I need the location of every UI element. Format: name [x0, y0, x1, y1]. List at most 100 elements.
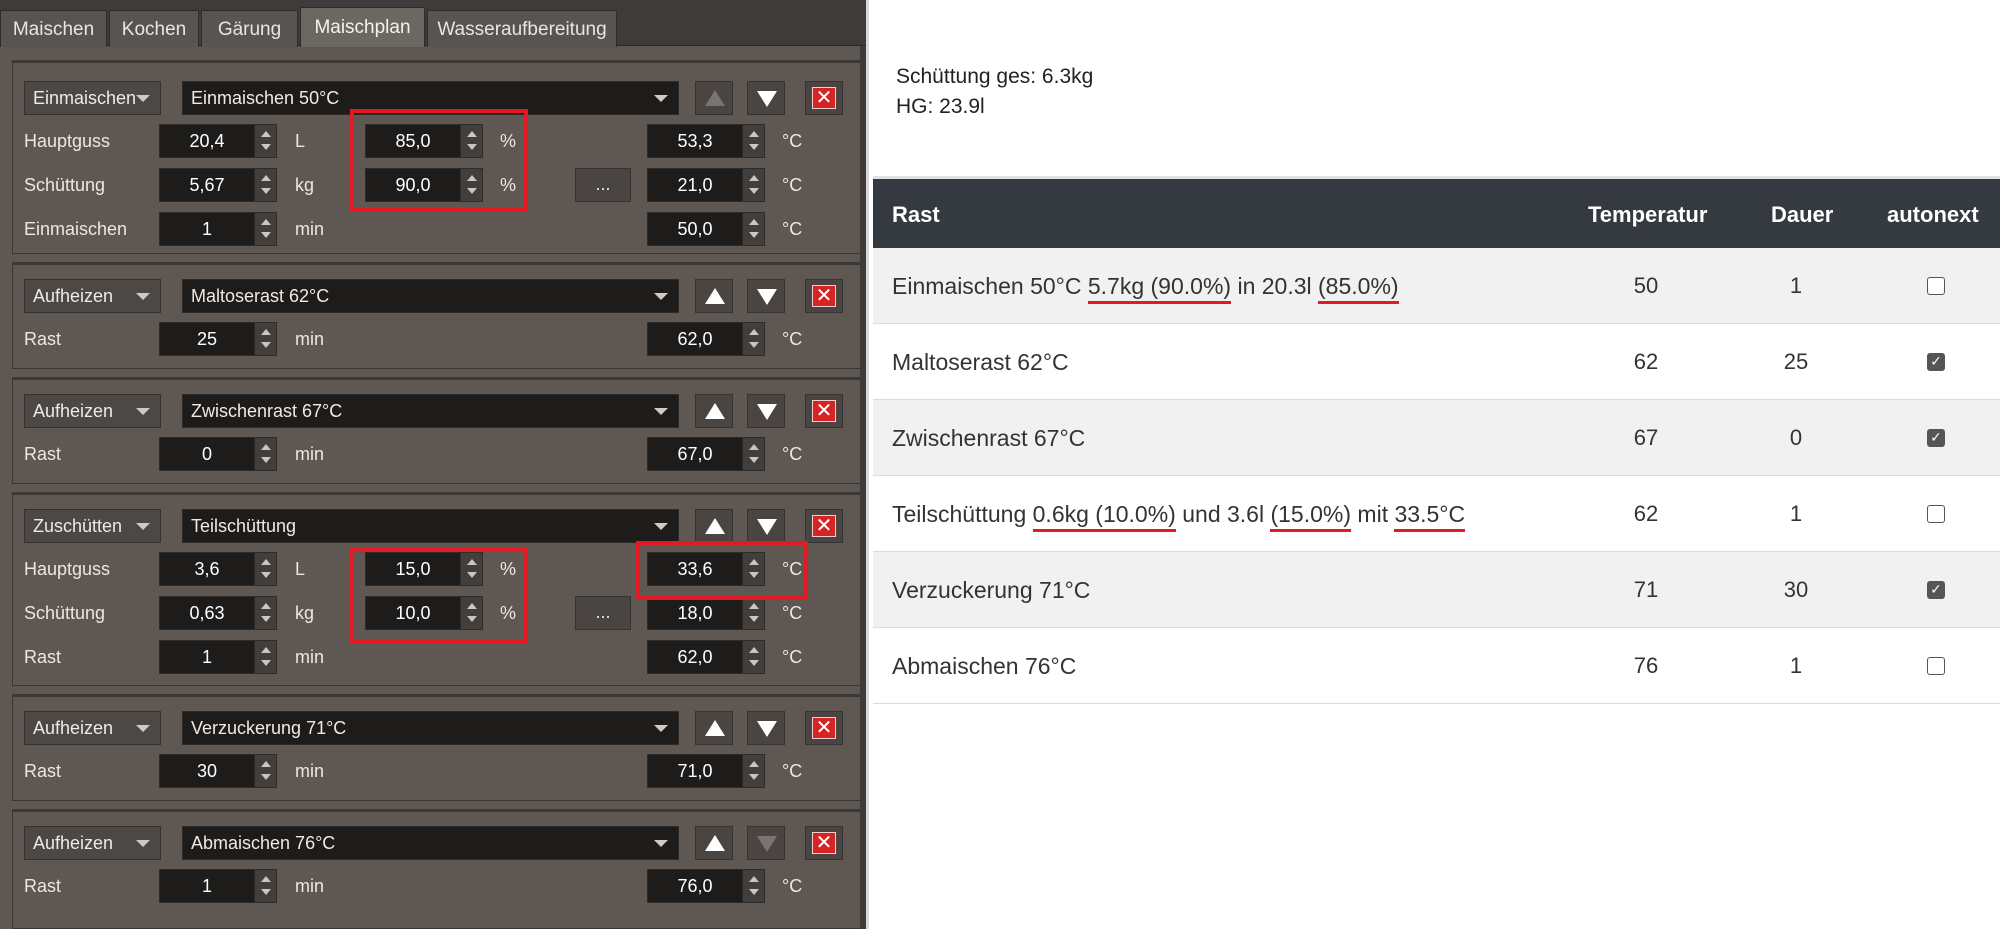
step-type-select[interactable]: Aufheizen — [24, 394, 161, 428]
delete-step-button[interactable]: ✕ — [805, 826, 843, 860]
spin-buttons[interactable] — [254, 597, 276, 629]
rest-duration-input[interactable]: 1 — [159, 212, 277, 246]
spin-buttons[interactable] — [742, 323, 764, 355]
spin-buttons[interactable] — [742, 870, 764, 902]
total-grain-label: Schüttung ges: 6.3kg — [896, 65, 1094, 88]
autonext-checkbox[interactable]: ✓ — [1927, 429, 1945, 447]
spin-buttons[interactable] — [254, 641, 276, 673]
move-up-button[interactable] — [695, 509, 733, 543]
hauptguss-percent-input[interactable]: 15,0 — [365, 552, 483, 586]
rest-duration-input[interactable]: 25 — [159, 322, 277, 356]
move-up-button[interactable] — [695, 711, 733, 745]
move-up-button[interactable] — [695, 826, 733, 860]
move-down-button[interactable] — [747, 394, 785, 428]
step-name-combo[interactable]: Verzuckerung 71°C — [182, 711, 679, 745]
schuettung-temp-input[interactable]: 18,0 — [647, 596, 765, 630]
hauptguss-temp-input[interactable]: 53,3 — [647, 124, 765, 158]
move-down-button[interactable] — [747, 509, 785, 543]
move-up-button[interactable] — [695, 81, 733, 115]
tab-kochen[interactable]: Kochen — [109, 10, 199, 47]
spin-buttons[interactable] — [460, 169, 482, 201]
move-down-button[interactable] — [747, 826, 785, 860]
step-name-combo[interactable]: Teilschüttung — [182, 509, 679, 543]
rest-temp-input[interactable]: 62,0 — [647, 322, 765, 356]
tab-maischen[interactable]: Maischen — [0, 10, 107, 47]
step-type-select[interactable]: Aufheizen — [24, 711, 161, 745]
step-name-value: Einmaischen 50°C — [191, 88, 340, 108]
tab-gaerung[interactable]: Gärung — [201, 10, 298, 47]
spin-buttons[interactable] — [742, 641, 764, 673]
tab-wasseraufbereitung[interactable]: Wasseraufbereitung — [427, 10, 617, 47]
hauptguss-percent-input[interactable]: 85,0 — [365, 124, 483, 158]
schuettung-weight-input[interactable]: 5,67 — [159, 168, 277, 202]
delete-step-button[interactable]: ✕ — [805, 394, 843, 428]
rest-duration-input[interactable]: 1 — [159, 640, 277, 674]
delete-step-button[interactable]: ✕ — [805, 81, 843, 115]
spin-buttons[interactable] — [254, 870, 276, 902]
rest-label: Einmaischen — [24, 219, 128, 239]
arrow-up-icon — [705, 518, 725, 534]
hauptguss-volume-input[interactable]: 3,6 — [159, 552, 277, 586]
spin-buttons[interactable] — [742, 213, 764, 245]
spin-buttons[interactable] — [742, 553, 764, 585]
rest-temp-input[interactable]: 50,0 — [647, 212, 765, 246]
highlighted-value: (15.0%) — [1270, 501, 1352, 532]
delete-step-button[interactable]: ✕ — [805, 711, 843, 745]
autonext-checkbox[interactable]: ✓ — [1927, 353, 1945, 371]
schuettung-temp-input[interactable]: 21,0 — [647, 168, 765, 202]
hauptguss-temp-input[interactable]: 33,6 — [647, 552, 765, 586]
step-type-select[interactable]: Zuschütten — [24, 509, 161, 543]
move-down-button[interactable] — [747, 81, 785, 115]
spin-buttons[interactable] — [742, 438, 764, 470]
spin-buttons[interactable] — [742, 597, 764, 629]
step-name-combo[interactable]: Zwischenrast 67°C — [182, 394, 679, 428]
rest-duration-input[interactable]: 1 — [159, 869, 277, 903]
spin-buttons[interactable] — [460, 597, 482, 629]
move-up-button[interactable] — [695, 394, 733, 428]
schuettung-weight-input[interactable]: 0,63 — [159, 596, 277, 630]
more-button[interactable]: ... — [575, 168, 631, 202]
spin-buttons[interactable] — [742, 755, 764, 787]
autonext-checkbox[interactable]: ✓ — [1927, 581, 1945, 599]
rest-duration-input[interactable]: 30 — [159, 754, 277, 788]
move-down-button[interactable] — [747, 711, 785, 745]
delete-step-button[interactable]: ✕ — [805, 279, 843, 313]
spin-buttons[interactable] — [254, 553, 276, 585]
step-group: Aufheizen Maltoserast 62°C ✕ Rast 25 min… — [12, 262, 861, 369]
more-button[interactable]: ... — [575, 596, 631, 630]
move-down-button[interactable] — [747, 279, 785, 313]
rest-temp-input[interactable]: 71,0 — [647, 754, 765, 788]
temp-unit-label: °C — [782, 603, 803, 623]
schuettung-percent-input[interactable]: 10,0 — [365, 596, 483, 630]
spin-buttons[interactable] — [254, 438, 276, 470]
rest-duration-input[interactable]: 0 — [159, 437, 277, 471]
spin-buttons[interactable] — [460, 553, 482, 585]
spin-buttons[interactable] — [254, 323, 276, 355]
delete-step-button[interactable]: ✕ — [805, 509, 843, 543]
spin-buttons[interactable] — [254, 213, 276, 245]
step-name-combo[interactable]: Einmaischen 50°C — [182, 81, 679, 115]
rest-temp-input[interactable]: 67,0 — [647, 437, 765, 471]
spin-buttons[interactable] — [254, 125, 276, 157]
move-up-button[interactable] — [695, 279, 733, 313]
tab-maischplan[interactable]: Maischplan — [300, 7, 425, 47]
schuettung-percent-input[interactable]: 90,0 — [365, 168, 483, 202]
spin-buttons[interactable] — [742, 125, 764, 157]
spin-buttons[interactable] — [742, 169, 764, 201]
step-type-select[interactable]: Aufheizen — [24, 826, 161, 860]
step-type-select[interactable]: Aufheizen — [24, 279, 161, 313]
spin-buttons[interactable] — [460, 125, 482, 157]
hauptguss-volume-input[interactable]: 20,4 — [159, 124, 277, 158]
step-name-combo[interactable]: Maltoserast 62°C — [182, 279, 679, 313]
autonext-checkbox[interactable] — [1927, 505, 1945, 523]
spin-buttons[interactable] — [254, 169, 276, 201]
autonext-checkbox[interactable] — [1927, 657, 1945, 675]
temp-unit-label: °C — [782, 761, 803, 781]
autonext-checkbox[interactable] — [1927, 277, 1945, 295]
spin-buttons[interactable] — [254, 755, 276, 787]
field-value: 21,0 — [677, 175, 713, 195]
rest-temp-input[interactable]: 62,0 — [647, 640, 765, 674]
step-name-combo[interactable]: Abmaischen 76°C — [182, 826, 679, 860]
step-type-select[interactable]: Einmaischen — [24, 81, 161, 115]
rest-temp-input[interactable]: 76,0 — [647, 869, 765, 903]
